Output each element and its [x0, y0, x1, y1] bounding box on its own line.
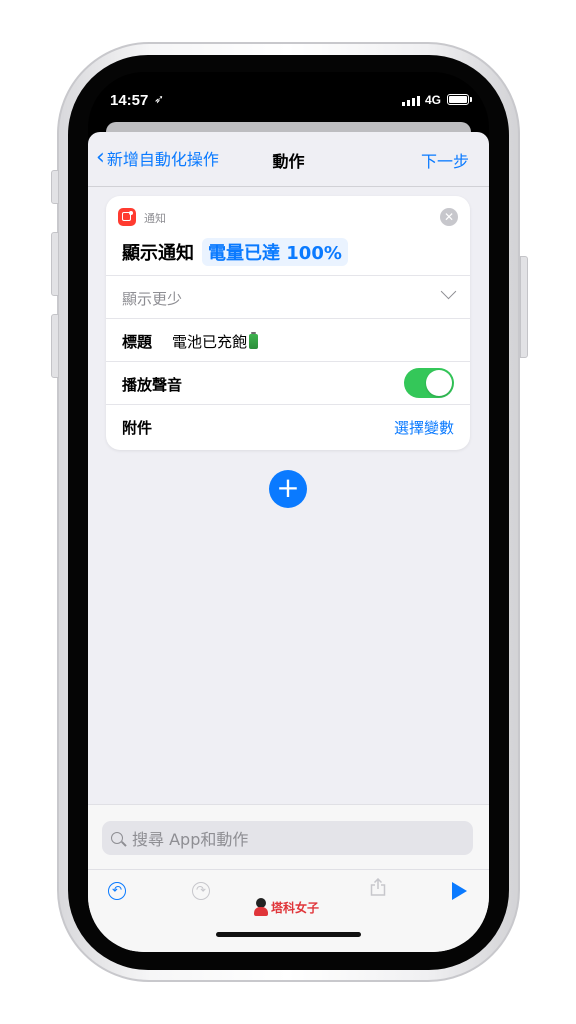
next-button[interactable]: 下一步 [421, 148, 469, 172]
location-arrow-icon: ➶ [154, 92, 165, 106]
watermark: 塔科女子 [254, 898, 319, 916]
sound-row: 播放聲音 [106, 361, 470, 405]
redo-icon[interactable]: ↷ [192, 882, 210, 900]
search-field[interactable]: 搜尋 App和動作 [102, 821, 473, 855]
notification-action-card: 通知 ✕ 顯示通知 電量已達 100% 顯示更少 標題 電池已充飽 播放聲音 附… [106, 196, 470, 450]
choose-variable-link[interactable]: 選擇變數 [394, 417, 454, 438]
volume-up-button [51, 232, 59, 296]
action-label: 顯示通知 [122, 243, 194, 264]
status-time: 14:57 [110, 92, 149, 109]
silent-switch [51, 170, 59, 204]
network-type: 4G [425, 93, 442, 107]
signal-icon [402, 96, 420, 106]
watermark-text: 塔科女子 [271, 900, 320, 915]
undo-icon[interactable]: ↶ [108, 882, 126, 900]
sound-toggle[interactable] [404, 368, 454, 398]
search-icon [111, 832, 123, 844]
attachment-row: 附件 選擇變數 [106, 404, 470, 448]
title-value[interactable]: 電池已充飽 [172, 331, 259, 352]
add-action-button[interactable]: + [269, 470, 307, 508]
action-sheet: ‹ 新增自動化操作 動作 下一步 通知 ✕ 顯示通知 電量已達 100% 顯示更… [88, 132, 489, 952]
battery-tip [470, 97, 472, 102]
battery-emoji-icon [249, 332, 259, 349]
attachment-label: 附件 [122, 419, 153, 437]
message-token[interactable]: 電量已達 100% [202, 238, 348, 266]
action-app-name: 通知 [144, 212, 166, 225]
action-summary: 顯示通知 電量已達 100% [122, 238, 348, 266]
home-indicator [216, 932, 361, 937]
share-icon[interactable] [370, 878, 386, 896]
toggle-knob [426, 370, 452, 396]
plus-icon: + [276, 471, 300, 504]
sound-label: 播放聲音 [122, 376, 183, 394]
search-placeholder: 搜尋 App和動作 [132, 830, 249, 849]
notification-app-icon [118, 208, 136, 226]
show-less-label: 顯示更少 [122, 290, 183, 308]
title-row[interactable]: 標題 電池已充飽 [106, 318, 470, 362]
battery-icon [447, 94, 469, 105]
show-less-row[interactable]: 顯示更少 [106, 275, 470, 319]
nav-bar: ‹ 新增自動化操作 動作 下一步 [88, 132, 489, 187]
power-button [520, 256, 528, 358]
bottom-panel: 搜尋 App和動作 ↶ ↷ [88, 804, 489, 952]
chevron-down-icon [440, 283, 457, 300]
volume-down-button [51, 314, 59, 378]
status-bar: 14:57 ➶ 4G [88, 72, 489, 128]
watermark-avatar-icon [254, 898, 268, 916]
screen: 14:57 ➶ 4G ‹ 新增自動化操作 動作 下一步 通知 ✕ 顯示通知 電量… [88, 72, 489, 952]
play-icon[interactable] [452, 882, 467, 900]
close-icon[interactable]: ✕ [440, 208, 458, 226]
title-label: 標題 [122, 333, 153, 351]
